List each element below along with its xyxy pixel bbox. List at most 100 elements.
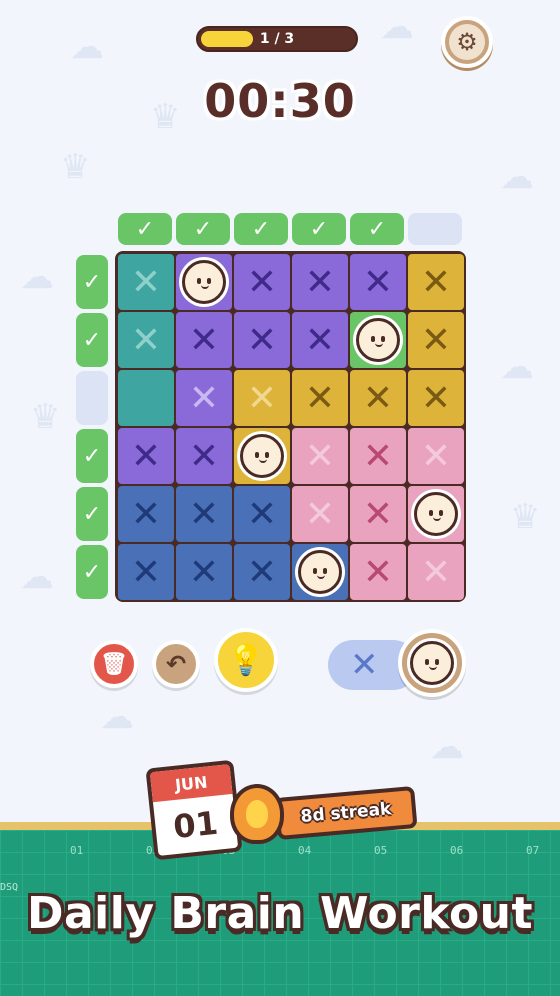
undo-button[interactable]: ↶ <box>152 640 200 688</box>
row-check-5: ✓ <box>76 487 108 541</box>
board-cell[interactable]: ✕ <box>176 486 232 542</box>
board-cell[interactable]: ✕ <box>292 486 348 542</box>
x-mark-icon: ✕ <box>246 377 278 419</box>
x-mark-icon: ✕ <box>304 261 336 303</box>
ruler-number: 04 <box>298 844 312 857</box>
x-mark-icon: ✕ <box>304 319 336 361</box>
board-cell[interactable]: ✕ <box>118 486 174 542</box>
board-cell[interactable]: ✕ <box>350 254 406 310</box>
board-cell[interactable]: ✕ <box>234 254 290 310</box>
settings-button[interactable]: ⚙ <box>441 16 493 68</box>
trash-icon: 🗑 <box>100 651 128 677</box>
board-cell[interactable] <box>234 428 290 484</box>
progress-text: 1 / 3 <box>259 31 295 47</box>
row-check-6: ✓ <box>76 545 108 599</box>
level-progress-bar: 1 / 3 <box>196 26 358 52</box>
x-mark-icon: ✕ <box>362 377 394 419</box>
ruler-number: 01 <box>70 844 84 857</box>
timer: 00:30 <box>204 74 356 128</box>
puzzle-board: ✕ ✕ ✕ ✕ ✕ ✕ ✕ ✕ ✕ ✕ ✕ ✕ ✕ ✕ ✕ ✕ ✕ ✕ ✕ ✕ ✕ ✕ ✕ ✕ ✕ ✕ ✕ ✕ ✕ ✕ <box>115 251 466 602</box>
x-mark-icon: ✕ <box>350 645 379 685</box>
bun-icon <box>414 492 458 536</box>
bun-mode-button[interactable] <box>398 629 466 697</box>
x-mark-icon: ✕ <box>362 493 394 535</box>
gear-icon: ⚙ <box>449 24 485 60</box>
x-mark-icon: ✕ <box>246 319 278 361</box>
board-cell[interactable]: ✕ <box>292 370 348 426</box>
column-check-2: ✓ <box>176 213 230 245</box>
board-cell[interactable]: ✕ <box>234 544 290 600</box>
x-mark-icon: ✕ <box>246 493 278 535</box>
x-mark-icon: ✕ <box>362 551 394 593</box>
x-mark-icon: ✕ <box>362 261 394 303</box>
bun-icon <box>182 260 226 304</box>
board-cell[interactable]: ✕ <box>408 370 464 426</box>
board-cell[interactable] <box>292 544 348 600</box>
row-check-3 <box>76 371 108 425</box>
column-check-6 <box>408 213 462 245</box>
bun-icon <box>356 318 400 362</box>
board-cell[interactable]: ✕ <box>408 254 464 310</box>
x-mark-icon: ✕ <box>188 377 220 419</box>
clear-button[interactable]: 🗑 <box>90 640 138 688</box>
board-cell[interactable] <box>118 370 174 426</box>
x-mark-icon: ✕ <box>130 435 162 477</box>
x-mark-icon: ✕ <box>188 435 220 477</box>
bun-icon <box>298 550 342 594</box>
x-mark-icon: ✕ <box>130 493 162 535</box>
board-cell[interactable]: ✕ <box>176 544 232 600</box>
x-mark-icon: ✕ <box>246 551 278 593</box>
x-mark-icon: ✕ <box>420 377 452 419</box>
board-cell[interactable]: ✕ <box>350 486 406 542</box>
column-check-3: ✓ <box>234 213 288 245</box>
column-check-1: ✓ <box>118 213 172 245</box>
x-mark-icon: ✕ <box>130 261 162 303</box>
board-cell[interactable]: ✕ <box>292 428 348 484</box>
x-mark-icon: ✕ <box>130 551 162 593</box>
x-mark-icon: ✕ <box>304 377 336 419</box>
flame-icon <box>230 784 284 844</box>
bun-icon <box>410 641 454 685</box>
board-cell[interactable]: ✕ <box>408 312 464 368</box>
board-cell[interactable]: ✕ <box>350 428 406 484</box>
board-cell[interactable]: ✕ <box>118 544 174 600</box>
column-check-5: ✓ <box>350 213 404 245</box>
row-checks: ✓ ✓ ✓ ✓ ✓ <box>76 255 110 600</box>
board-cell[interactable]: ✕ <box>176 312 232 368</box>
board-cell[interactable]: ✕ <box>350 370 406 426</box>
x-mark-icon: ✕ <box>420 319 452 361</box>
board-cell[interactable] <box>350 312 406 368</box>
board-cell[interactable]: ✕ <box>118 312 174 368</box>
lightbulb-icon: 💡 <box>227 642 265 678</box>
x-mark-icon: ✕ <box>362 435 394 477</box>
board-cell[interactable]: ✕ <box>176 428 232 484</box>
x-mark-icon: ✕ <box>246 261 278 303</box>
x-mark-icon: ✕ <box>304 493 336 535</box>
board-cell[interactable]: ✕ <box>176 370 232 426</box>
board-cell[interactable]: ✕ <box>234 370 290 426</box>
x-mark-icon: ✕ <box>188 493 220 535</box>
calendar-day: 01 <box>171 803 220 847</box>
board-cell[interactable]: ✕ <box>118 428 174 484</box>
board-cell[interactable]: ✕ <box>292 254 348 310</box>
board-cell[interactable]: ✕ <box>408 544 464 600</box>
x-mark-icon: ✕ <box>188 551 220 593</box>
row-check-4: ✓ <box>76 429 108 483</box>
row-check-2: ✓ <box>76 313 108 367</box>
streak-label: 8d streak <box>299 799 393 827</box>
board-cell[interactable]: ✕ <box>408 428 464 484</box>
board-cell[interactable]: ✕ <box>292 312 348 368</box>
board-cell[interactable]: ✕ <box>118 254 174 310</box>
hint-button[interactable]: 💡 <box>214 628 278 692</box>
board-cell[interactable] <box>408 486 464 542</box>
board-cell[interactable]: ✕ <box>234 486 290 542</box>
calendar-badge: JUN 01 <box>145 759 243 861</box>
x-mark-icon: ✕ <box>420 261 452 303</box>
ruler-number: 05 <box>374 844 388 857</box>
board-cell[interactable]: ✕ <box>350 544 406 600</box>
bun-icon <box>240 434 284 478</box>
board-cell[interactable]: ✕ <box>234 312 290 368</box>
board-cell[interactable] <box>176 254 232 310</box>
column-checks: ✓ ✓ ✓ ✓ ✓ <box>118 213 463 247</box>
column-check-4: ✓ <box>292 213 346 245</box>
